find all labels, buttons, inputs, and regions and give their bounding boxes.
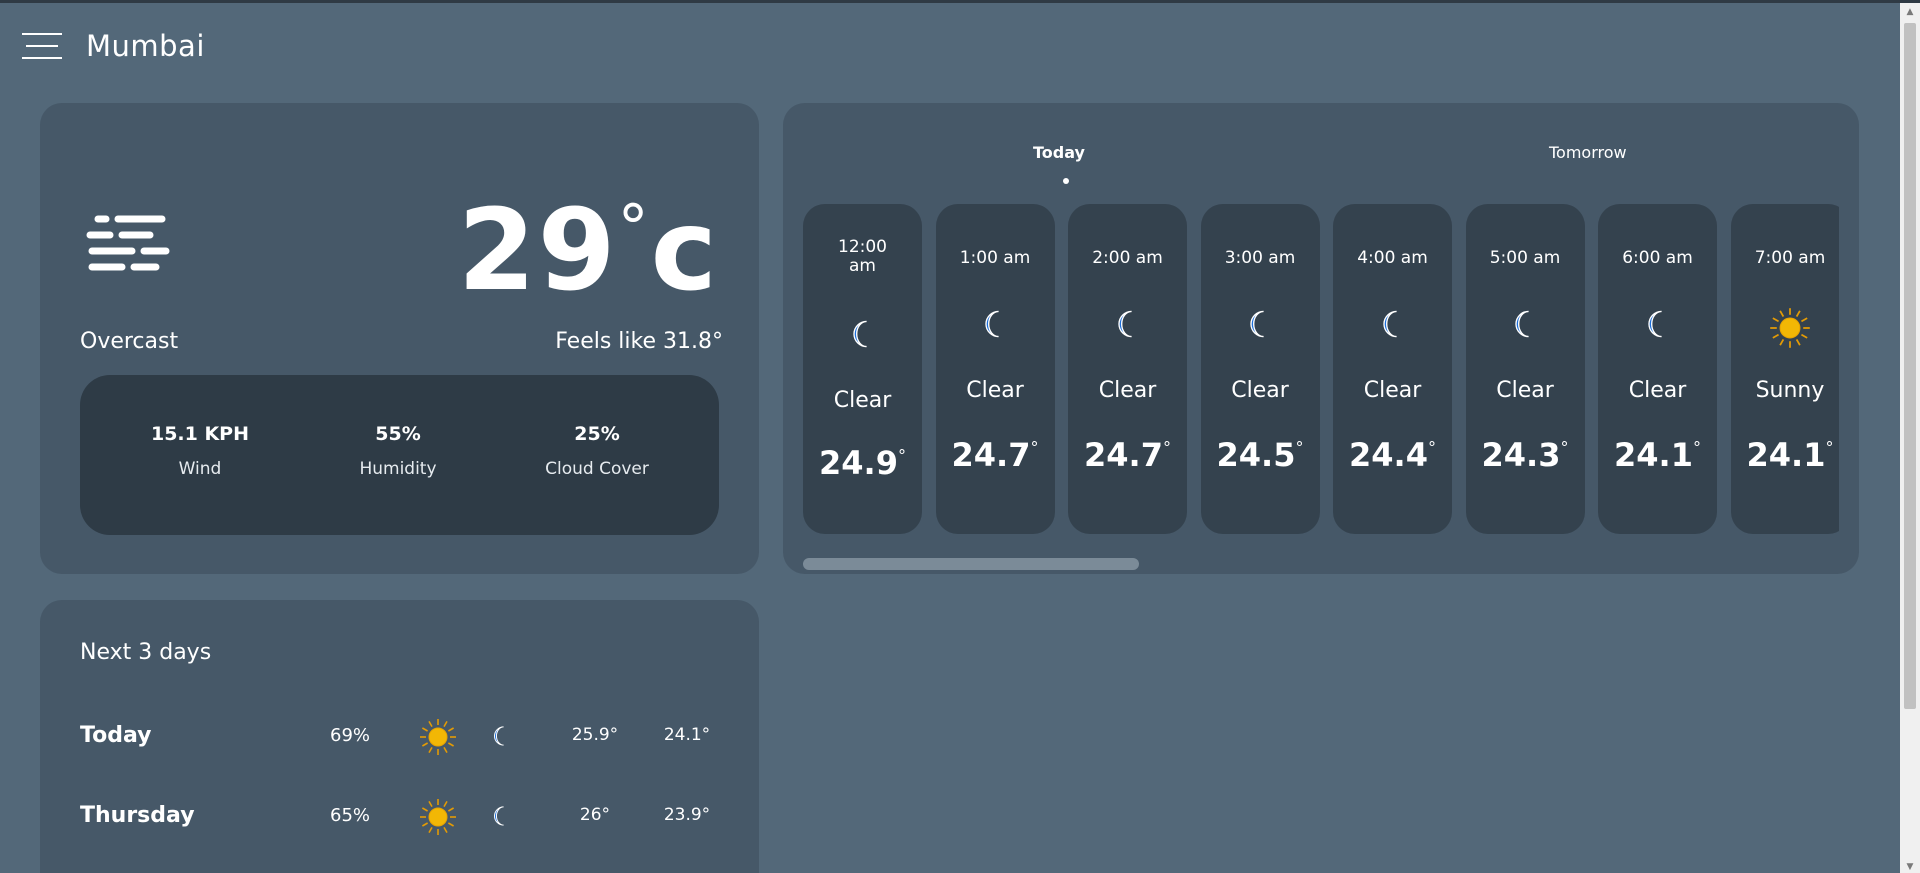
- forecast-day-name: Today: [80, 723, 152, 748]
- hourly-scrollbar[interactable]: [803, 558, 1139, 570]
- hour-time: 5:00 am: [1489, 248, 1561, 268]
- hour-condition: Clear: [1363, 378, 1422, 403]
- forecast-row: Thursday 65% 26° 23.9°: [80, 797, 720, 837]
- hour-temperature: 24.5°: [1216, 436, 1304, 474]
- hour-card: 4:00 am Clear 24.4°: [1333, 204, 1452, 534]
- page-scroll-thumb[interactable]: [1904, 23, 1916, 709]
- forecast-night-temp: 23.9°: [663, 805, 711, 825]
- hour-condition: Clear: [1231, 378, 1289, 403]
- hour-temperature: 24.7°: [1084, 436, 1171, 474]
- hour-temperature: 24.3°: [1481, 436, 1569, 474]
- next-3-days-card: Next 3 days Today 69% 25.9° 24.1° Thursday 65…: [40, 600, 759, 873]
- sun-icon: [418, 717, 458, 757]
- sun-icon: [1768, 306, 1812, 350]
- hour-temperature: 24.9°: [819, 444, 906, 482]
- hour-time: 7:00 am: [1754, 248, 1826, 268]
- hour-temperature: 24.1°: [1746, 436, 1834, 474]
- current-condition: Overcast: [80, 329, 179, 354]
- hour-condition: Clear: [966, 378, 1024, 403]
- app-header: Mumbai: [0, 3, 1900, 93]
- page-scrollbar[interactable]: ▲ ▼: [1900, 3, 1920, 873]
- menu-icon[interactable]: [22, 31, 62, 65]
- hour-temperature: 24.7°: [951, 436, 1039, 474]
- hour-time: 6:00 am: [1622, 248, 1693, 268]
- hour-card: 2:00 am Clear 24.7°: [1068, 204, 1187, 534]
- scroll-down-icon[interactable]: ▼: [1900, 858, 1920, 873]
- hour-condition: Clear: [1628, 378, 1687, 403]
- hour-time: 4:00 am: [1357, 248, 1428, 268]
- hour-temperature: 24.1°: [1614, 436, 1701, 474]
- moon-icon: [841, 316, 885, 360]
- hour-time: 1:00 am: [959, 248, 1031, 268]
- scroll-up-icon[interactable]: ▲: [1900, 3, 1920, 21]
- feels-like: Feels like 31.8°: [555, 329, 723, 354]
- forecast-day-temp: 25.9°: [571, 725, 619, 745]
- hour-card: 12:00 am Clear 24.9°: [803, 204, 922, 534]
- hourly-forecast-card: Today Tomorrow 12:00 am Clear 24.9° 1:00 am…: [783, 103, 1859, 574]
- hour-card: 5:00 am Clear 24.3°: [1465, 204, 1585, 534]
- hour-card: 7:00 am Sunny 24.1°: [1730, 204, 1839, 534]
- forecast-chance: 69%: [330, 725, 371, 746]
- hour-card: 3:00 am Clear 24.5°: [1200, 204, 1320, 534]
- moon-icon: [488, 723, 514, 749]
- wind-icon: [86, 215, 170, 271]
- stats-panel: 15.1 KPH Wind 55% Humidity 25% Cloud Cov…: [80, 375, 719, 535]
- moon-icon: [488, 803, 514, 829]
- forecast-chance: 65%: [330, 805, 371, 826]
- hour-condition: Clear: [1496, 378, 1554, 403]
- hour-temperature: 24.4°: [1349, 436, 1436, 474]
- hour-card: 1:00 am Clear 24.7°: [935, 204, 1055, 534]
- hourly-list[interactable]: 12:00 am Clear 24.9° 1:00 am Clear 24.7° 2:00 …: [803, 204, 1839, 534]
- forecast-night-temp: 24.1°: [663, 725, 711, 745]
- tab-tomorrow[interactable]: Tomorrow: [1549, 143, 1627, 162]
- forecast-day-temp: 26°: [579, 805, 611, 825]
- moon-icon: [1238, 306, 1282, 350]
- moon-icon: [973, 306, 1017, 350]
- forecast-day-name: Thursday: [80, 803, 195, 828]
- hour-time: 2:00 am: [1092, 248, 1163, 268]
- wind-stat: 15.1 KPH Wind: [150, 423, 250, 479]
- humidity-stat: 55% Humidity: [359, 423, 437, 479]
- hour-condition: Clear: [1098, 378, 1157, 403]
- hour-card: 6:00 am Clear 24.1°: [1598, 204, 1717, 534]
- next-3-days-title: Next 3 days: [80, 640, 212, 665]
- active-tab-indicator: [1063, 178, 1069, 184]
- moon-icon: [1503, 306, 1547, 350]
- moon-icon: [1636, 306, 1680, 350]
- moon-icon: [1106, 306, 1150, 350]
- hour-condition: Clear: [833, 388, 892, 413]
- current-weather-card: 29°c Overcast Feels like 31.8° 15.1 KPH …: [40, 103, 759, 574]
- cloud-cover-stat: 25% Cloud Cover: [545, 423, 649, 479]
- sun-icon: [418, 797, 458, 837]
- tab-today[interactable]: Today: [1033, 143, 1085, 162]
- moon-icon: [1371, 306, 1415, 350]
- forecast-row: Today 69% 25.9° 24.1°: [80, 717, 720, 757]
- hour-condition: Sunny: [1755, 378, 1825, 403]
- hour-time: 12:00 am: [838, 237, 887, 276]
- current-temperature: 29°c: [457, 186, 719, 316]
- hour-time: 3:00 am: [1224, 248, 1296, 268]
- city-name: Mumbai: [86, 29, 205, 63]
